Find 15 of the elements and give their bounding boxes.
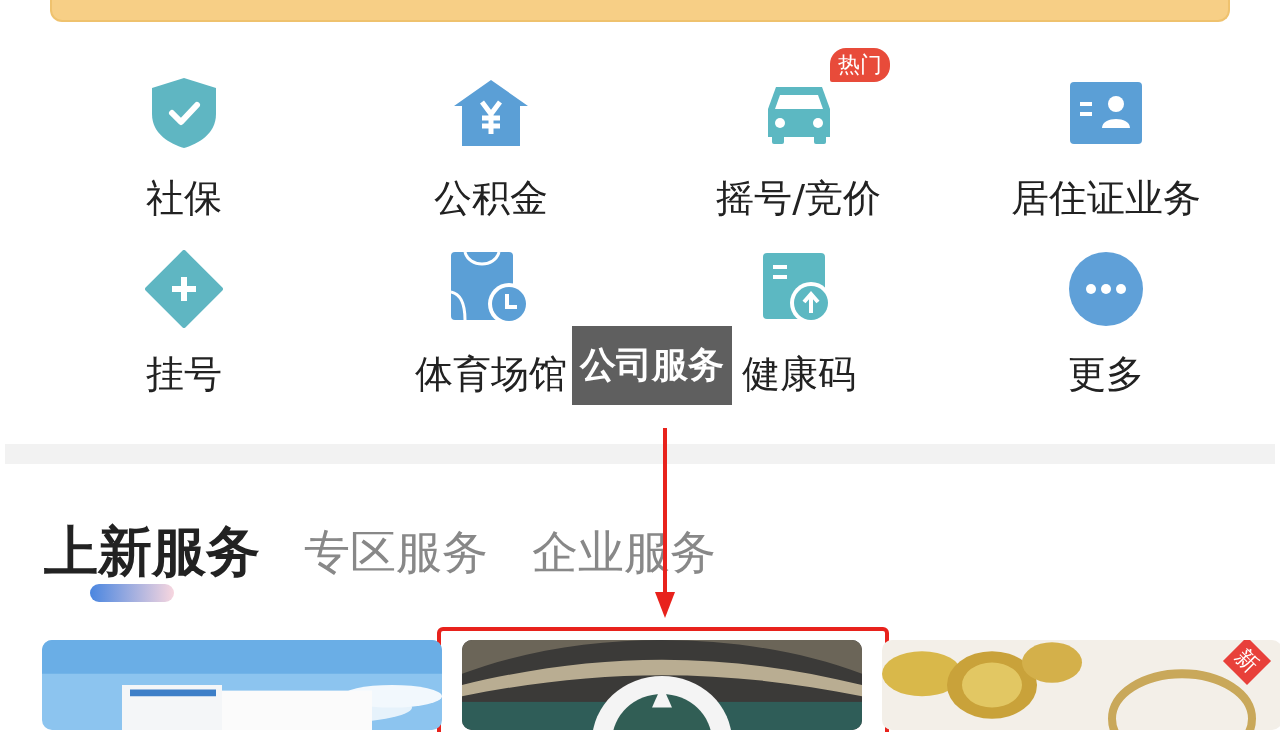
plus-diamond-icon[interactable] bbox=[144, 250, 223, 328]
service-label[interactable]: 更多 bbox=[1068, 352, 1145, 396]
annotation-label: 公司服务 bbox=[572, 326, 732, 405]
service-label[interactable]: 健康码 bbox=[741, 352, 856, 396]
service-label[interactable]: 挂号 bbox=[145, 352, 222, 396]
id-card-icon[interactable] bbox=[1070, 82, 1143, 144]
service-label[interactable]: 居住证业务 bbox=[1011, 176, 1202, 220]
service-label[interactable]: 摇号/竞价 bbox=[716, 176, 882, 220]
hot-badge: 热门 bbox=[829, 48, 890, 82]
tab[interactable]: 上新服务 bbox=[44, 522, 260, 582]
tab[interactable]: 专区服务 bbox=[304, 522, 488, 582]
service-label[interactable]: 公积金 bbox=[434, 176, 549, 220]
service-label[interactable]: 社保 bbox=[145, 176, 222, 220]
service-label[interactable]: 体育场馆 bbox=[415, 352, 568, 396]
more-icon[interactable] bbox=[1069, 252, 1144, 326]
